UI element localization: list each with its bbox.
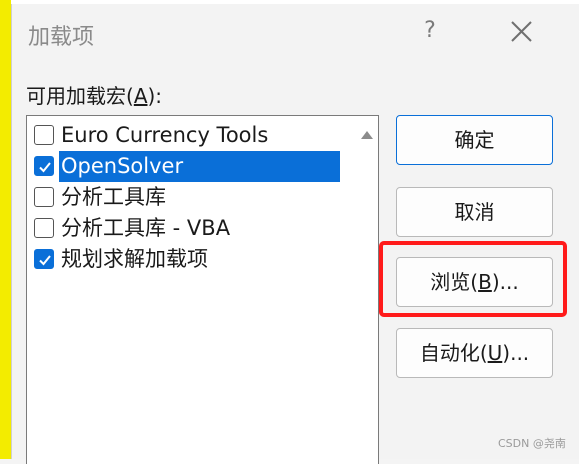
addins-dialog: 加载项 ? 可用加载宏(A): Euro Currency Tools Open…	[11, 4, 579, 464]
close-button[interactable]	[507, 16, 537, 46]
addins-label-prefix: 可用加载宏(	[26, 84, 134, 108]
addin-label: 规划求解加载项	[61, 247, 208, 271]
automation-button[interactable]: 自动化(U)...	[396, 328, 553, 378]
automation-label-prefix: 自动化(	[419, 341, 488, 365]
checkmark-icon	[39, 162, 51, 173]
checkmark-icon	[39, 255, 51, 266]
addin-label: Euro Currency Tools	[61, 123, 269, 147]
addins-label-accel: A	[133, 84, 148, 108]
automation-label-accel: U	[487, 341, 503, 365]
ok-button[interactable]: 确定	[396, 115, 553, 165]
dialog-title: 加载项	[28, 25, 95, 50]
browse-label-prefix: 浏览(	[430, 270, 479, 294]
addin-item-analysis-toolpak[interactable]: 分析工具库	[27, 182, 340, 213]
watermark: CSDN @尧南	[498, 437, 566, 450]
addin-checkbox[interactable]	[34, 187, 54, 207]
addin-item-solver[interactable]: 规划求解加载项	[27, 244, 340, 275]
automation-label-suffix: )...	[502, 341, 530, 365]
close-icon	[511, 21, 532, 42]
addin-checkbox[interactable]	[34, 156, 54, 176]
excel-background-strip	[0, 0, 11, 459]
addin-checkbox[interactable]	[34, 249, 54, 269]
addins-label-suffix: ):	[147, 84, 163, 108]
browse-label-suffix: )...	[491, 270, 519, 294]
scroll-up-arrow-icon[interactable]	[360, 130, 374, 140]
addin-item-euro-currency-tools[interactable]: Euro Currency Tools	[27, 120, 340, 151]
addin-label: 分析工具库	[61, 185, 166, 209]
browse-label-accel: B	[478, 270, 492, 294]
addin-label: 分析工具库 - VBA	[61, 216, 231, 240]
addins-listbox[interactable]: Euro Currency Tools OpenSolver 分析工具库 分析工…	[26, 115, 379, 464]
addin-item-opensolver[interactable]: OpenSolver	[27, 151, 340, 182]
help-button[interactable]: ?	[417, 16, 443, 46]
cancel-button[interactable]: 取消	[396, 187, 553, 237]
browse-button[interactable]: 浏览(B)...	[396, 257, 553, 307]
addin-checkbox[interactable]	[34, 125, 54, 145]
addin-item-analysis-toolpak-vba[interactable]: 分析工具库 - VBA	[27, 213, 340, 244]
addin-label: OpenSolver	[59, 151, 340, 182]
addin-checkbox[interactable]	[34, 218, 54, 238]
addins-list-label: 可用加载宏(A):	[26, 80, 162, 109]
